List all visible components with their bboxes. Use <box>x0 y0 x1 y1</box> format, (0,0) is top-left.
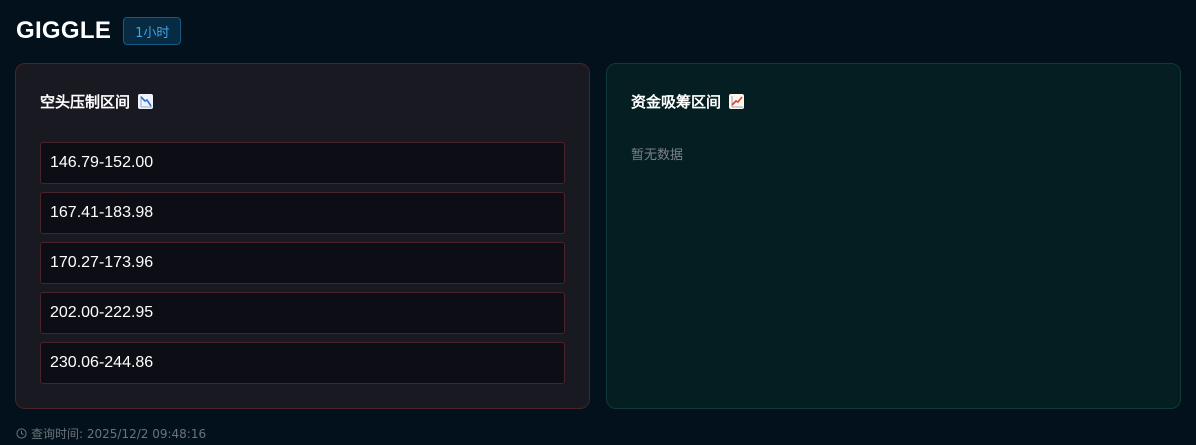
chart-increasing-icon <box>729 94 745 109</box>
range-item[interactable]: 170.27-173.96 <box>40 242 565 284</box>
range-item[interactable]: 167.41-183.98 <box>40 192 565 234</box>
range-item[interactable]: 230.06-244.86 <box>40 342 565 384</box>
accumulation-title: 资金吸筹区间 <box>631 91 745 112</box>
range-item[interactable]: 202.00-222.95 <box>40 292 565 334</box>
short-pressure-title: 空头压制区间 <box>40 91 154 112</box>
accumulation-empty-text: 暂无数据 <box>631 148 684 163</box>
chart-decreasing-icon <box>138 94 154 109</box>
short-pressure-title-label: 空头压制区间 <box>40 93 131 111</box>
accumulation-panel: 资金吸筹区间 暂无数据 <box>606 63 1181 409</box>
short-pressure-range-list: 146.79-152.00 167.41-183.98 170.27-173.9… <box>40 142 565 392</box>
page: GIGGLE 1小时 空头压制区间 146.79-152.00 167.41-1… <box>0 0 1196 445</box>
short-pressure-panel: 空头压制区间 146.79-152.00 167.41-183.98 170.2… <box>15 63 590 409</box>
header: GIGGLE 1小时 <box>16 15 182 47</box>
timeframe-badge[interactable]: 1小时 <box>123 17 182 45</box>
clock-icon <box>16 428 27 439</box>
footer: 查询时间: 2025/12/2 09:48:16 <box>16 425 206 442</box>
token-title: GIGGLE <box>16 17 112 44</box>
query-time: 查询时间: 2025/12/2 09:48:16 <box>31 427 207 441</box>
accumulation-title-label: 资金吸筹区间 <box>631 93 722 111</box>
range-item[interactable]: 146.79-152.00 <box>40 142 565 184</box>
